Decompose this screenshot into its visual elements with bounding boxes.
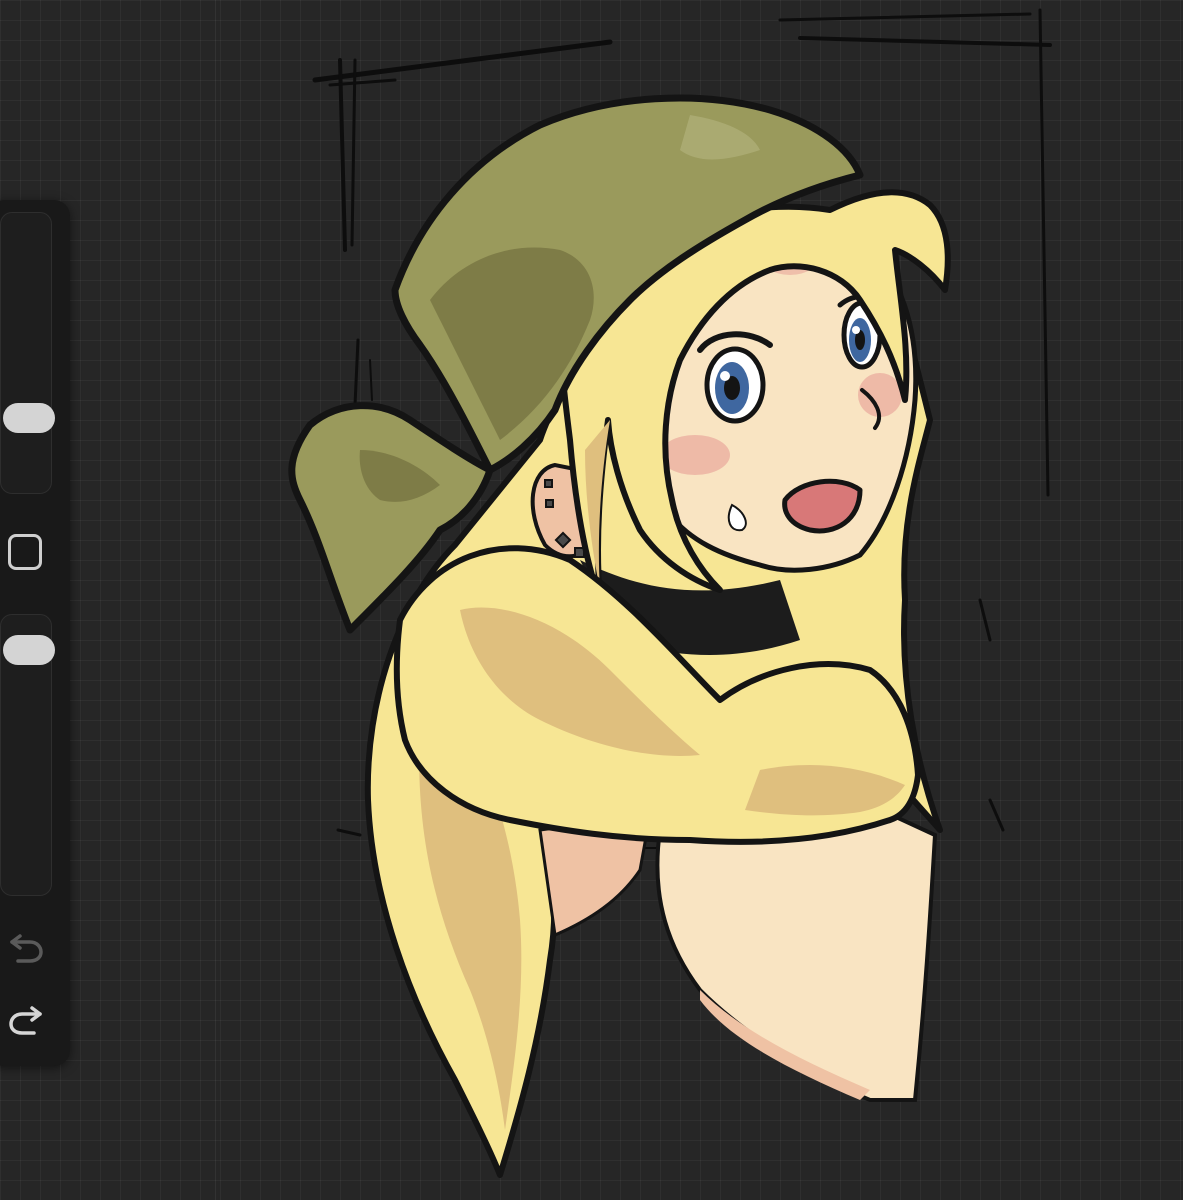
redo-button[interactable] [6,1002,46,1038]
neck-shoulder [655,802,938,1102]
brush-size-slider[interactable] [0,212,55,494]
brush-size-slider-thumb[interactable] [3,403,55,433]
opacity-slider[interactable] [0,614,55,896]
undo-arrow-icon [10,934,43,963]
cheek-blush-left [660,435,730,475]
opacity-slider-thumb[interactable] [3,635,55,665]
undo-button[interactable] [6,930,46,966]
drawing-app [0,0,1183,1200]
modify-button[interactable] [8,534,42,570]
artwork-canvas[interactable] [0,0,1183,1200]
left-sidebar [0,200,70,1066]
redo-arrow-icon [9,1006,42,1035]
